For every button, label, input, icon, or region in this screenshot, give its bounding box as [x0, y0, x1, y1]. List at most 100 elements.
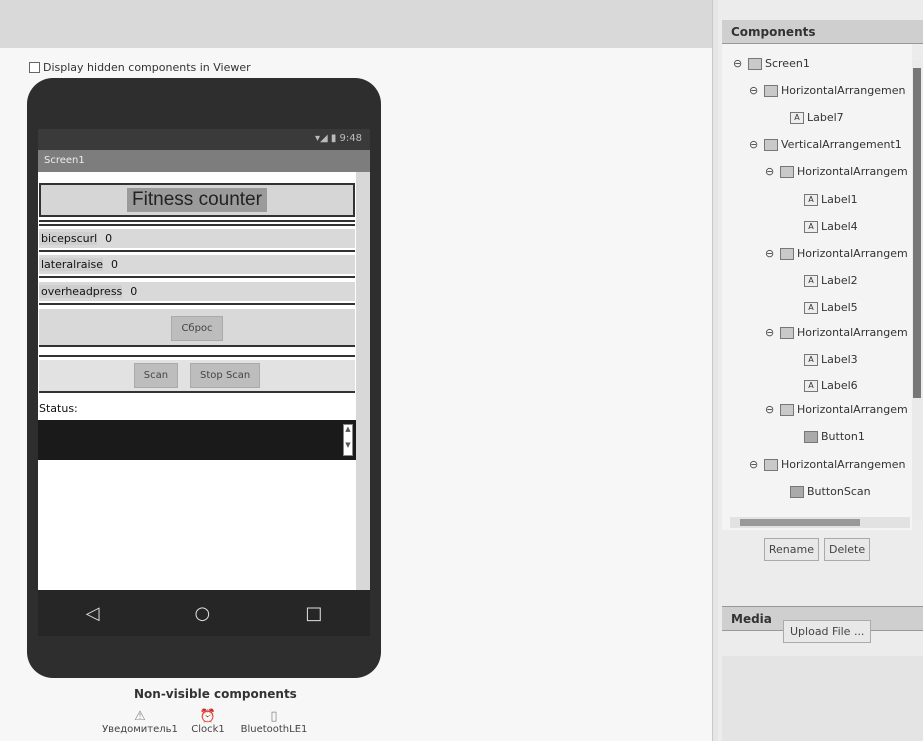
tree-item-label: HorizontalArrangemen: [781, 84, 906, 97]
collapse-toggle-icon[interactable]: ⊖: [749, 84, 761, 97]
button-icon: [804, 430, 818, 443]
upload-file-button[interactable]: Upload File ...: [783, 620, 872, 643]
tree-item-label7[interactable]: A Label7: [790, 111, 844, 124]
tree-item-screen1[interactable]: ⊖ Screen1: [733, 57, 810, 70]
button-icon: [790, 485, 804, 498]
tree-vertical-scrollbar[interactable]: [912, 60, 922, 520]
notifier-icon: ⚠: [134, 709, 146, 724]
nonvisible-label: Clock1: [191, 724, 225, 735]
counter-label: bicepscurl: [39, 232, 98, 245]
label-icon: A: [804, 301, 818, 314]
arrangement-icon: [764, 84, 778, 97]
nonvisible-label: Уведомитель1: [102, 724, 178, 735]
collapse-toggle-icon[interactable]: ⊖: [749, 458, 761, 471]
arrangement-icon: [764, 138, 778, 151]
reset-button[interactable]: Сброс: [171, 316, 223, 341]
components-tree: ⊖ Screen1 ⊖ HorizontalArrangemen A Label…: [722, 44, 912, 530]
tree-item-label: Label5: [821, 301, 858, 314]
display-hidden-components-toggle[interactable]: Display hidden components in Viewer: [29, 61, 251, 74]
counter-row-bicepscurl[interactable]: bicepscurl 0: [39, 229, 355, 248]
tree-item-label6[interactable]: A Label6: [804, 379, 858, 392]
collapse-toggle-icon[interactable]: ⊖: [765, 165, 777, 178]
counter-label: lateralraise: [39, 258, 104, 271]
tree-item-horizontalarrangement[interactable]: ⊖ HorizontalArrangemen: [749, 458, 905, 471]
tree-item-label2[interactable]: A Label2: [804, 274, 858, 287]
tree-item-horizontalarrangement[interactable]: ⊖ HorizontalArrangem: [765, 326, 908, 339]
tree-item-label1[interactable]: A Label1: [804, 193, 858, 206]
reset-arrangement: Сброс: [39, 309, 355, 347]
label-icon: A: [804, 193, 818, 206]
nonvisible-components-title: Non-visible components: [134, 687, 297, 701]
tree-item-horizontalarrangement[interactable]: ⊖ HorizontalArrangem: [765, 165, 908, 178]
components-panel-title: Components: [722, 20, 923, 44]
divider: [39, 224, 355, 226]
counter-row-lateralraise[interactable]: lateralraise 0: [39, 255, 355, 274]
tree-item-label3[interactable]: A Label3: [804, 353, 858, 366]
tree-item-horizontalarrangement[interactable]: ⊖ HorizontalArrangem: [765, 247, 908, 260]
status-scrollbar[interactable]: ▲ ▼: [343, 424, 353, 456]
label-icon: A: [804, 274, 818, 287]
collapse-toggle-icon[interactable]: ⊖: [749, 138, 761, 151]
viewer-top-strip: [0, 0, 712, 48]
counter-label: overheadpress: [39, 285, 123, 298]
counter-value: 0: [105, 232, 113, 245]
collapse-toggle-icon[interactable]: ⊖: [733, 57, 745, 70]
counter-row-overheadpress[interactable]: overheadpress 0: [39, 282, 355, 301]
app-title-label: Fitness counter: [127, 188, 267, 212]
tree-item-horizontalarrangement[interactable]: ⊖ HorizontalArrangemen: [749, 84, 905, 97]
arrangement-icon: [764, 458, 778, 471]
arrangement-icon: [780, 403, 794, 416]
rename-button[interactable]: Rename: [763, 538, 819, 561]
scroll-thumb[interactable]: [913, 68, 921, 398]
android-nav-bar: ◁ ○ □: [38, 590, 370, 636]
panel-separator: [712, 0, 718, 741]
tree-item-label: Label3: [821, 353, 858, 366]
collapse-toggle-icon[interactable]: ⊖: [765, 403, 777, 416]
tree-item-label: HorizontalArrangem: [797, 326, 908, 339]
hidden-components-checkbox[interactable]: [29, 62, 40, 73]
nonvisible-label: BluetoothLE1: [240, 724, 308, 735]
label-icon: A: [790, 111, 804, 124]
collapse-toggle-icon[interactable]: ⊖: [765, 247, 777, 260]
tree-item-label4[interactable]: A Label4: [804, 220, 858, 233]
delete-button[interactable]: Delete: [823, 538, 871, 561]
tree-item-label: HorizontalArrangemen: [781, 458, 906, 471]
bluetooth-icon: ▯: [270, 709, 278, 724]
screen-title: Screen1: [44, 155, 85, 166]
status-label: Status:: [39, 402, 78, 415]
back-icon[interactable]: ◁: [86, 603, 100, 624]
collapse-toggle-icon[interactable]: ⊖: [765, 326, 777, 339]
screen-icon: [748, 57, 762, 70]
tree-item-label: HorizontalArrangem: [797, 165, 908, 178]
screen-scroll-gutter: [356, 172, 370, 590]
tree-item-verticalarrangement1[interactable]: ⊖ VerticalArrangement1: [749, 138, 902, 151]
arrangement-icon: [780, 247, 794, 260]
tree-item-horizontalarrangement[interactable]: ⊖ HorizontalArrangem: [765, 403, 908, 416]
tree-item-label: ButtonScan: [807, 485, 871, 498]
tree-item-label: Label6: [821, 379, 858, 392]
nonvisible-bluetooth[interactable]: ▯ BluetoothLE1: [234, 709, 314, 735]
tree-horizontal-scrollbar[interactable]: [730, 517, 910, 528]
tree-item-label: HorizontalArrangem: [797, 247, 908, 260]
label-icon: A: [804, 353, 818, 366]
clock-icon: ⏰: [199, 709, 217, 724]
tree-item-buttonscan[interactable]: ButtonScan: [790, 485, 871, 498]
tree-item-label: Label4: [821, 220, 858, 233]
tree-item-label: Label7: [807, 111, 844, 124]
divider: [39, 303, 355, 305]
stop-scan-button[interactable]: Stop Scan: [190, 363, 261, 388]
screen-title-bar: Screen1: [38, 150, 370, 172]
phone-status-bar: ▾◢ ▮ 9:48: [38, 129, 370, 150]
status-output[interactable]: ▲ ▼: [38, 420, 356, 460]
home-icon[interactable]: ○: [195, 603, 211, 624]
scan-button[interactable]: Scan: [133, 363, 179, 388]
arrangement-icon: [780, 326, 794, 339]
tree-item-button1[interactable]: Button1: [804, 430, 865, 443]
title-arrangement[interactable]: Fitness counter: [39, 183, 355, 217]
scroll-thumb[interactable]: [740, 519, 860, 526]
tree-item-label: Button1: [821, 430, 865, 443]
nonvisible-notifier[interactable]: ⚠ Уведомитель1: [100, 709, 180, 735]
tree-item-label5[interactable]: A Label5: [804, 301, 858, 314]
recent-apps-icon[interactable]: □: [305, 603, 322, 624]
nonvisible-clock[interactable]: ⏰ Clock1: [188, 709, 228, 735]
